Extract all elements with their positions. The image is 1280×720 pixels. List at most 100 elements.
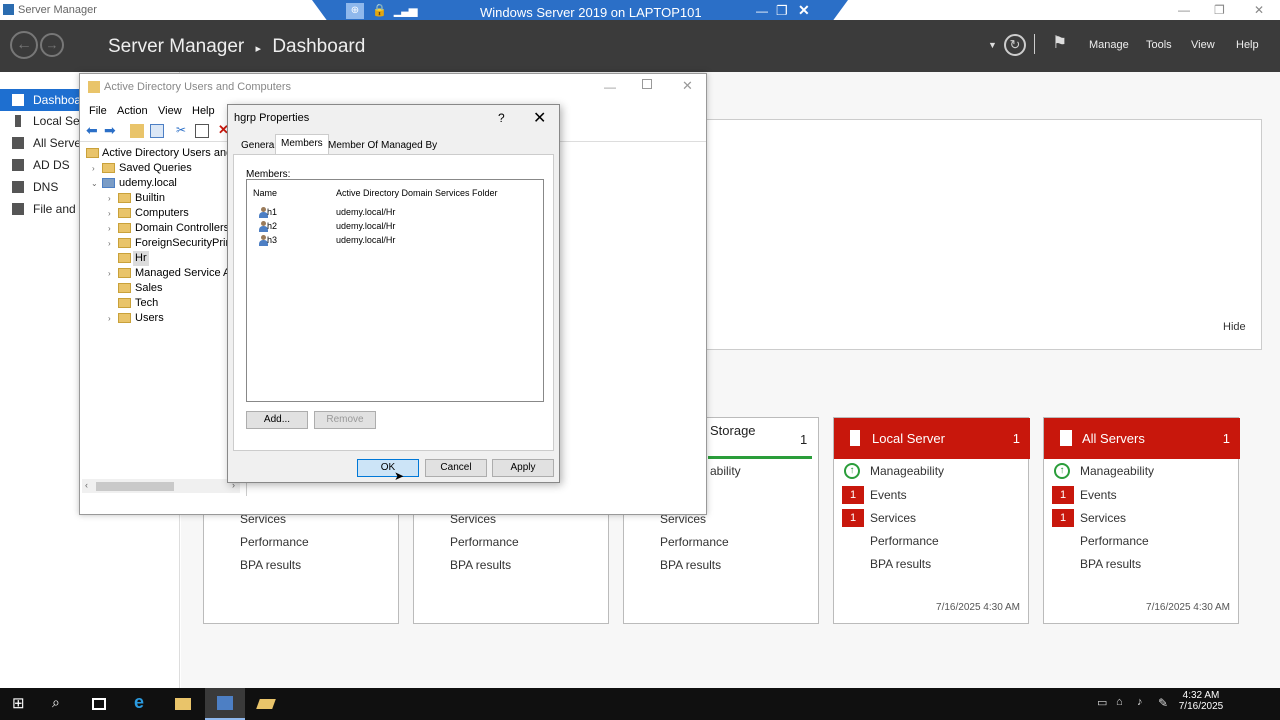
back-icon[interactable]: ← — [10, 31, 38, 59]
hide-link[interactable]: Hide — [1223, 321, 1246, 333]
list-item[interactable]: h3 udemy.local/Hr — [253, 234, 533, 248]
tile-row-performance[interactable]: Performance — [870, 534, 939, 548]
list-item[interactable]: h1 udemy.local/Hr — [253, 206, 533, 220]
dialog-close-icon[interactable]: ✕ — [533, 108, 546, 128]
expand-icon[interactable]: › — [108, 221, 111, 236]
expand-icon[interactable]: › — [108, 191, 111, 206]
tile-row-performance[interactable]: Performance — [660, 535, 729, 549]
minimize-icon[interactable]: — — [1178, 3, 1190, 17]
aduc-maximize-icon[interactable] — [642, 79, 652, 89]
tile-row-services[interactable]: Services — [870, 511, 916, 525]
up-folder-icon[interactable] — [130, 124, 144, 138]
forward-icon[interactable]: → — [40, 33, 64, 57]
cut-icon[interactable]: ✂ — [176, 123, 190, 137]
tile-local-server[interactable]: Local Server 1 ↑ Manageability 1 Events … — [833, 417, 1030, 624]
expand-icon[interactable]: › — [108, 206, 111, 221]
apply-button[interactable]: Apply — [492, 459, 554, 477]
copy-icon[interactable] — [195, 124, 209, 138]
menu-help[interactable]: Help — [1236, 39, 1259, 51]
taskbar-clock[interactable]: 4:32 AM 7/16/2025 — [1176, 690, 1226, 712]
tile-row-manageability[interactable]: Manageability — [1080, 464, 1154, 478]
mouse-cursor-icon: ➤ — [394, 469, 405, 483]
cancel-button[interactable]: Cancel — [425, 459, 487, 477]
tile-title: Storage — [710, 423, 756, 438]
expand-icon[interactable]: › — [108, 236, 111, 251]
ok-button[interactable]: OK — [357, 459, 419, 477]
aduc-menu-view[interactable]: View — [158, 105, 182, 117]
tile-row-bpa[interactable]: BPA results — [870, 557, 931, 571]
menu-manage[interactable]: Manage — [1089, 39, 1129, 51]
menu-tools[interactable]: Tools — [1146, 39, 1172, 51]
expand-icon[interactable]: › — [108, 266, 111, 281]
scroll-left-icon[interactable]: ‹ — [85, 480, 88, 490]
tile-status-bar — [708, 456, 812, 459]
rdp-close-icon[interactable]: ✕ — [798, 2, 810, 19]
tile-row-bpa[interactable]: BPA results — [240, 558, 301, 572]
tile-row-bpa[interactable]: BPA results — [1080, 557, 1141, 571]
tray-network-icon[interactable]: ⌂ — [1116, 696, 1123, 708]
services-badge: 1 — [1052, 509, 1074, 527]
expand-icon[interactable]: › — [108, 311, 111, 326]
search-icon[interactable]: ⌕ — [52, 694, 68, 710]
menu-view[interactable]: View — [1191, 39, 1215, 51]
tile-header[interactable]: Local Server 1 — [834, 418, 1030, 459]
tile-row-performance[interactable]: Performance — [1080, 534, 1149, 548]
tray-pen-icon[interactable]: ✎ — [1158, 696, 1168, 710]
notifications-flag-icon[interactable]: ⚑ — [1052, 33, 1067, 53]
maximize-icon[interactable]: ❐ — [1214, 3, 1225, 17]
tab-managed-by[interactable]: Managed By — [375, 136, 443, 154]
forward-arrow-icon[interactable]: ➡ — [104, 122, 118, 138]
column-header-folder[interactable]: Active Directory Domain Services Folder — [336, 188, 498, 198]
tile-row-bpa[interactable]: BPA results — [450, 558, 511, 572]
aduc-menu-file[interactable]: File — [89, 105, 107, 117]
start-windows-icon[interactable]: ⊞ — [12, 694, 28, 712]
tray-battery-icon[interactable]: ▭ — [1097, 696, 1107, 709]
aduc-minimize-icon[interactable]: — — [604, 80, 616, 94]
dropdown-icon[interactable]: ▼ — [988, 40, 997, 50]
pin-icon[interactable]: ⊕ — [346, 3, 364, 19]
collapse-icon[interactable]: ⌄ — [91, 176, 98, 191]
scrollbar-thumb[interactable] — [96, 482, 174, 491]
breadcrumb-app: Server Manager — [108, 36, 245, 57]
taskbar-server-manager[interactable] — [205, 688, 245, 720]
aduc-close-icon[interactable]: ✕ — [682, 78, 693, 94]
file-explorer-icon[interactable] — [175, 698, 191, 710]
rdp-minimize-icon[interactable]: — — [756, 4, 768, 18]
column-header-name[interactable]: Name — [253, 188, 277, 198]
tile-row-performance[interactable]: Performance — [450, 535, 519, 549]
tree-horizontal-scrollbar[interactable]: ‹ › — [82, 479, 240, 493]
show-console-tree-icon[interactable] — [150, 124, 164, 138]
ok-status-icon: ↑ — [1054, 463, 1070, 479]
tile-all-servers[interactable]: All Servers 1 ↑ Manageability 1 Events 1… — [1043, 417, 1240, 624]
close-icon[interactable]: ✕ — [1254, 3, 1264, 17]
tile-header[interactable]: All Servers 1 — [1044, 418, 1240, 459]
tile-row-performance[interactable]: Performance — [240, 535, 309, 549]
list-item[interactable]: h2 udemy.local/Hr — [253, 220, 533, 234]
tray-volume-icon[interactable]: ♪ — [1137, 696, 1143, 708]
rdp-restore-icon[interactable]: ❐ — [776, 3, 788, 19]
remove-button[interactable]: Remove — [314, 411, 376, 429]
tile-row-events[interactable]: Events — [870, 488, 907, 502]
console-tree: Active Directory Users and Co › Saved Que… — [82, 144, 230, 484]
member-folder: udemy.local/Hr — [336, 235, 396, 245]
tile-row-services[interactable]: Services — [1080, 511, 1126, 525]
aduc-menu-help[interactable]: Help — [192, 105, 215, 117]
aduc-menu-action[interactable]: Action — [117, 105, 148, 117]
back-arrow-icon[interactable]: ⬅ — [86, 122, 100, 138]
breadcrumb-page: Dashboard — [272, 36, 366, 57]
internet-explorer-icon[interactable]: e — [134, 692, 150, 712]
aduc-taskbar-icon[interactable] — [256, 699, 276, 709]
folder-icon — [118, 313, 131, 323]
tile-row-events[interactable]: Events — [1080, 488, 1117, 502]
add-button[interactable]: Add... — [246, 411, 308, 429]
tile-row-manageability[interactable]: Manageability — [870, 464, 944, 478]
members-list[interactable]: Name Active Directory Domain Services Fo… — [246, 179, 544, 402]
task-view-icon[interactable] — [92, 698, 106, 710]
tab-members[interactable]: Members — [275, 134, 329, 155]
tree-node-label: Hr — [133, 251, 149, 266]
expand-icon[interactable]: › — [92, 161, 95, 176]
refresh-icon[interactable]: ↻ — [1004, 34, 1026, 56]
tile-row-bpa[interactable]: BPA results — [660, 558, 721, 572]
help-icon[interactable]: ? — [498, 111, 505, 125]
tile-row-manageability[interactable]: ability — [710, 464, 741, 478]
